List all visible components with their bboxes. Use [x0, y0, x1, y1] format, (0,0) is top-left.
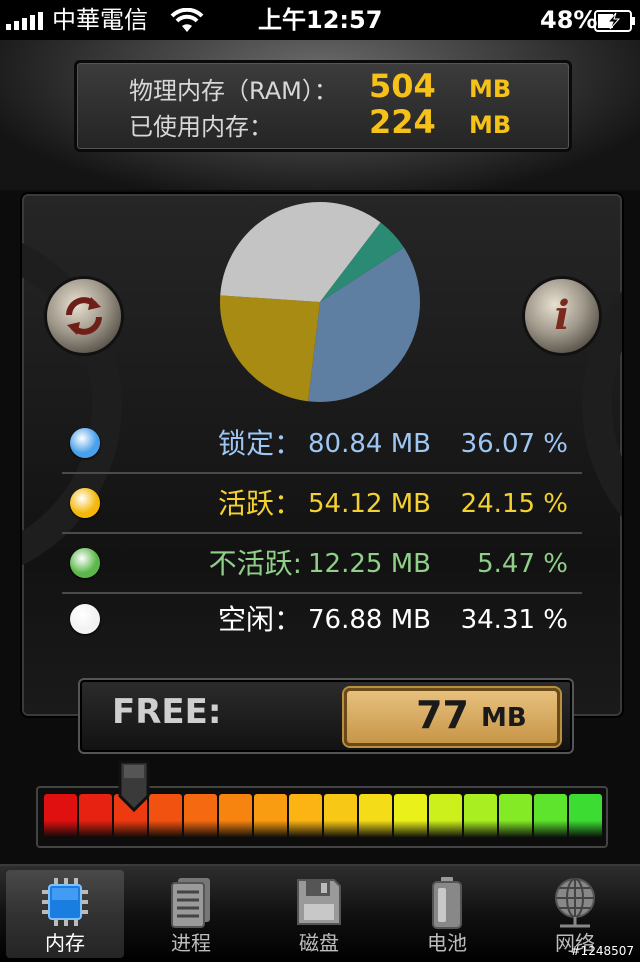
- wifi-icon: [170, 8, 204, 32]
- battery-charging-icon: [594, 10, 635, 32]
- legend-row-active: 活跃： 54.12 MB 24.15 %: [62, 474, 582, 534]
- legend-size-free: 76.88 MB: [308, 605, 431, 635]
- legend-dot-active: [70, 488, 100, 518]
- legend-dot-wired: [70, 428, 100, 458]
- gauge-segment: [534, 794, 567, 838]
- legend-label-inactive: 不活跃:: [208, 547, 302, 580]
- tab-process[interactable]: 进程: [132, 870, 250, 958]
- free-value-box: 77 MB: [344, 688, 560, 746]
- legend-row-inactive: 不活跃: 12.25 MB 5.47 %: [62, 534, 582, 594]
- gauge-segment: [499, 794, 532, 838]
- gauge-segment: [569, 794, 602, 838]
- legend-dot-inactive: [70, 548, 100, 578]
- globe-icon: [555, 878, 595, 928]
- carrier-name: 中華電信: [52, 6, 148, 34]
- legend-pct-inactive: 5.47 %: [477, 549, 568, 579]
- refresh-icon: [66, 297, 102, 335]
- clock: 上午12:57: [258, 6, 383, 34]
- tab-label-process: 进程: [171, 931, 211, 955]
- info-icon: i: [554, 292, 570, 339]
- legend-dot-free: [70, 604, 100, 634]
- gauge-segment: [289, 794, 322, 838]
- battery-icon: [432, 877, 462, 929]
- legend-row-free: 空闲： 76.88 MB 34.31 %: [62, 590, 582, 650]
- pie-slice-1: [220, 295, 320, 402]
- gauge-segment: [184, 794, 217, 838]
- used-ram-unit: MB: [469, 111, 512, 139]
- legend-label-active: 活跃：: [217, 487, 302, 520]
- signal-bars-icon: [6, 12, 43, 30]
- tab-label-battery: 电池: [427, 931, 467, 955]
- tab-label-memory: 内存: [45, 931, 85, 955]
- battery-percent: 48%: [540, 6, 598, 34]
- legend-label-free: 空闲：: [217, 603, 302, 636]
- gauge-segment: [44, 794, 77, 838]
- used-ram-value: 224: [369, 103, 436, 141]
- gauge-segment: [324, 794, 357, 838]
- legend-size-inactive: 12.25 MB: [308, 549, 431, 579]
- legend-label-wired: 锁定：: [217, 427, 302, 460]
- legend-size-active: 54.12 MB: [308, 489, 431, 519]
- decorative-arc-right: [582, 224, 622, 584]
- tab-label-disk: 磁盘: [299, 931, 339, 955]
- gauge-pointer: [118, 760, 150, 812]
- free-memory-display: FREE: 77 MB: [78, 678, 574, 754]
- legend-size-wired: 80.84 MB: [308, 429, 431, 459]
- watermark: #1248507: [570, 944, 635, 958]
- legend-pct-free: 34.31 %: [460, 605, 568, 635]
- chip-icon: [42, 878, 88, 926]
- gauge-segment: [219, 794, 252, 838]
- tab-battery[interactable]: 电池: [388, 870, 506, 958]
- physical-ram-unit: MB: [469, 75, 512, 103]
- status-bar: 中華電信 上午12:57 48%: [0, 0, 640, 40]
- gauge-segment: [254, 794, 287, 838]
- gauge-segment: [149, 794, 182, 838]
- used-ram-label: 已使用内存：: [129, 113, 273, 141]
- document-stack-icon: [171, 878, 210, 928]
- memory-pie-chart: [220, 202, 420, 402]
- gauge-segment: [464, 794, 497, 838]
- legend-pct-active: 24.15 %: [460, 489, 568, 519]
- gauge-segment: [429, 794, 462, 838]
- gauge-segment: [394, 794, 427, 838]
- ram-info-panel: 物理内存（RAM）： 504 MB 已使用内存： 224 MB: [74, 60, 572, 152]
- refresh-button[interactable]: [44, 276, 124, 356]
- physical-ram-label: 物理内存（RAM）：: [129, 77, 338, 105]
- tab-memory[interactable]: 内存: [6, 870, 124, 958]
- tab-disk[interactable]: 磁盘: [260, 870, 378, 958]
- free-label: FREE:: [112, 692, 222, 732]
- gauge-segment: [79, 794, 112, 838]
- physical-ram-value: 504: [369, 67, 436, 105]
- gauge-segment: [359, 794, 392, 838]
- floppy-disk-icon: [297, 879, 341, 925]
- legend-pct-wired: 36.07 %: [460, 429, 568, 459]
- free-value: 77: [416, 693, 469, 737]
- legend-row-wired: 锁定： 80.84 MB 36.07 %: [62, 414, 582, 474]
- tab-bar: 内存 进程 磁盘 电池 网络: [0, 864, 640, 962]
- info-button[interactable]: i: [522, 276, 602, 356]
- free-unit: MB: [481, 703, 527, 733]
